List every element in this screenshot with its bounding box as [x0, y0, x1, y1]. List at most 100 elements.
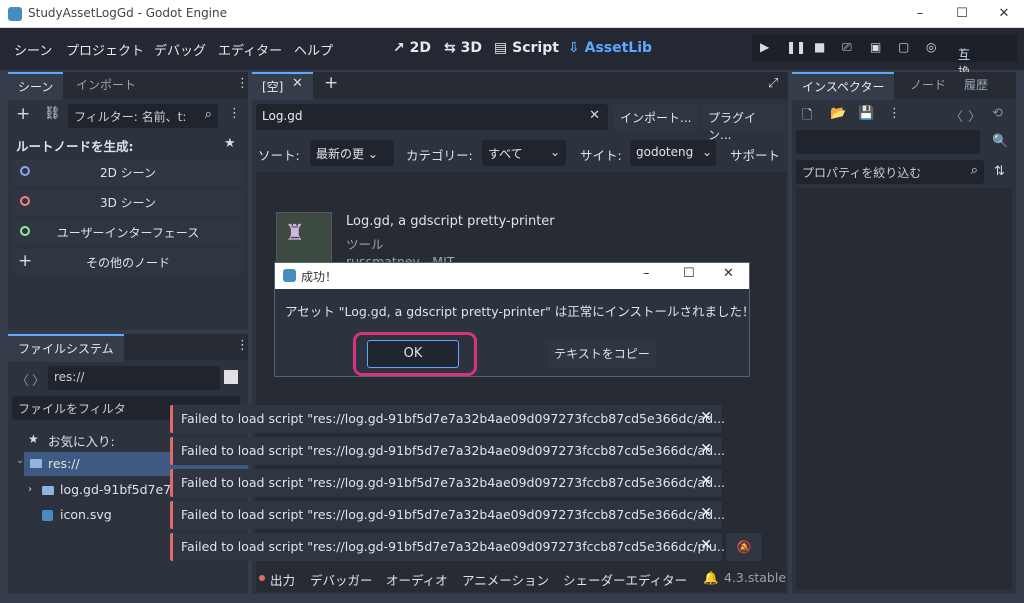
play-custom-scene-icon[interactable]: ▢: [898, 40, 909, 54]
close-icon[interactable]: ✕: [700, 537, 712, 553]
plugins-button[interactable]: プラグイン...: [702, 104, 784, 142]
maximize-button[interactable]: ☐: [942, 3, 982, 25]
tab-empty-scene[interactable]: [空]: [252, 72, 314, 100]
close-button[interactable]: ✕: [984, 3, 1024, 25]
tab-debugger[interactable]: デバッガー: [310, 570, 373, 589]
assetlib-icon: ⇩: [568, 40, 580, 56]
pause-icon[interactable]: ❚❚: [786, 40, 806, 54]
clear-search-icon[interactable]: ✕: [589, 108, 600, 123]
distraction-free-icon[interactable]: ⤢: [768, 76, 778, 91]
close-icon[interactable]: ✕: [700, 409, 712, 425]
tab-import[interactable]: インポート: [66, 72, 146, 98]
asset-category[interactable]: ツール: [346, 234, 384, 253]
new-resource-icon[interactable]: 🗋: [802, 106, 812, 128]
tab-filesystem[interactable]: ファイルシステム: [8, 334, 124, 362]
menu-help[interactable]: ヘルプ: [294, 40, 333, 59]
window-titlebar: StudyAssetLogGd - Godot Engine – ☐ ✕: [0, 0, 1024, 28]
play-icon[interactable]: ▶: [760, 40, 769, 54]
dialog-message: アセット "Log.gd, a gdscript pretty-printer"…: [285, 304, 755, 319]
tab-inspector[interactable]: インスペクター: [792, 72, 895, 100]
workspace-assetlib[interactable]: ⇩ AssetLib: [568, 40, 652, 56]
editor-menubar: シーン プロジェクト デバッグ エディター ヘルプ ↗ 2D ⇆ 3D ▤ Sc…: [0, 28, 1024, 96]
support-button[interactable]: サポート: [730, 145, 780, 164]
chevron-down-icon: ⌄: [549, 145, 560, 159]
tree-item-logd-folder[interactable]: log.gd-91bf5d7e7a: [60, 482, 179, 497]
favorite-star-icon[interactable]: ★: [224, 136, 236, 151]
sort-select[interactable]: 最新の更 ⌄: [310, 140, 394, 166]
tab-shader-editor[interactable]: シェーダーエディター: [563, 570, 687, 589]
workspace-script-label: Script: [512, 40, 559, 56]
import-button[interactable]: インポート...: [614, 104, 698, 130]
asset-list: ♜ Log.gd, a gdscript pretty-printer ツール …: [256, 172, 786, 592]
site-select[interactable]: godoteng ⌄: [630, 140, 716, 166]
tab-output[interactable]: 出力: [270, 570, 295, 589]
new-tab-icon[interactable]: +: [324, 73, 338, 93]
collapse-arrow-icon[interactable]: ⌄: [16, 455, 24, 466]
history-icon[interactable]: ⟲: [992, 106, 1003, 121]
menu-scene[interactable]: シーン: [14, 40, 52, 59]
minimize-button[interactable]: –: [900, 3, 940, 25]
copy-text-button[interactable]: テキストをコピー: [547, 340, 657, 368]
scene-options-icon[interactable]: ⋮: [228, 106, 241, 121]
play-scene-icon[interactable]: ▣: [870, 40, 881, 54]
mute-notifications-button[interactable]: 🔕: [726, 533, 762, 561]
dock-menu-icon[interactable]: ⋮: [236, 76, 249, 91]
link-icon[interactable]: ⛓: [44, 106, 61, 121]
folder-icon: [42, 486, 54, 495]
dock-menu-icon[interactable]: ⋮: [236, 338, 249, 353]
root-3d-scene-button[interactable]: 3D シーン: [12, 189, 244, 215]
tree-item-icon-svg[interactable]: icon.svg: [60, 507, 112, 522]
add-node-icon[interactable]: +: [16, 104, 30, 124]
error-dot-icon: [259, 575, 265, 581]
remote-debug-icon[interactable]: ⎚: [842, 40, 852, 55]
stop-icon[interactable]: ■: [814, 40, 825, 54]
category-select[interactable]: すべて ⌄: [482, 140, 566, 166]
inspector-menu-icon[interactable]: ⋮: [888, 106, 901, 121]
tab-audio[interactable]: オーディオ: [386, 570, 448, 589]
workspace-script[interactable]: ▤ Script: [494, 40, 559, 56]
root-ui-button[interactable]: ユーザーインターフェース: [12, 219, 244, 245]
tab-animation[interactable]: アニメーション: [462, 570, 549, 589]
menu-project[interactable]: プロジェクト: [66, 40, 144, 59]
close-tab-icon[interactable]: ✕: [292, 76, 303, 91]
close-icon[interactable]: ✕: [700, 441, 712, 457]
property-filter-input[interactable]: プロパティを絞り込む ⌕: [796, 160, 984, 184]
back-icon[interactable]: 〈: [950, 106, 963, 125]
asset-thumbnail[interactable]: ♜: [276, 212, 332, 268]
root-2d-scene-button[interactable]: 2D シーン: [12, 159, 244, 185]
back-icon[interactable]: 〈: [16, 370, 29, 389]
split-mode-icon[interactable]: [224, 370, 238, 384]
tab-node[interactable]: ノード: [900, 72, 956, 98]
menu-debug[interactable]: デバッグ: [154, 40, 206, 59]
movie-maker-icon[interactable]: ◎: [926, 40, 936, 54]
close-icon[interactable]: ✕: [700, 473, 712, 489]
dialog-close-button[interactable]: ✕: [723, 266, 734, 281]
close-icon[interactable]: ✕: [700, 505, 712, 521]
workspace-3d[interactable]: ⇆ 3D: [444, 40, 482, 56]
doc-icon[interactable]: 🔍: [992, 134, 1008, 149]
path-field[interactable]: res://: [48, 366, 220, 390]
tab-history[interactable]: 履歴: [954, 72, 998, 98]
error-toast: Failed to load script "res://log.gd-91bf…: [170, 437, 725, 465]
workspace-2d[interactable]: ↗ 2D: [393, 40, 431, 56]
expand-arrow-icon[interactable]: ›: [28, 484, 32, 495]
scene-filter-input[interactable]: フィルター: 名前、t: ⌕: [68, 104, 218, 128]
forward-icon[interactable]: 〉: [968, 106, 981, 125]
notification-bell-icon[interactable]: 🔔: [703, 570, 719, 586]
asset-title[interactable]: Log.gd, a gdscript pretty-printer: [346, 214, 555, 229]
menu-editor[interactable]: エディター: [218, 40, 282, 59]
save-icon[interactable]: 💾: [858, 106, 874, 121]
object-selector[interactable]: [796, 130, 980, 154]
asset-search-input[interactable]: Log.gd ✕: [256, 104, 608, 130]
root-other-node-button[interactable]: + その他のノード: [12, 249, 244, 275]
res-root-label: res://: [48, 456, 80, 471]
filter-settings-icon[interactable]: ⇅: [994, 164, 1005, 179]
open-folder-icon[interactable]: 📂: [830, 106, 846, 121]
script-icon: ▤: [494, 40, 508, 56]
dialog-minimize-button[interactable]: –: [643, 266, 650, 281]
tab-scene[interactable]: シーン: [8, 72, 64, 100]
forward-icon[interactable]: 〉: [32, 370, 45, 389]
ok-button[interactable]: OK: [367, 340, 459, 368]
dialog-maximize-button[interactable]: ☐: [683, 266, 695, 281]
renderer-select[interactable]: 互換性 ⌄: [958, 40, 970, 96]
